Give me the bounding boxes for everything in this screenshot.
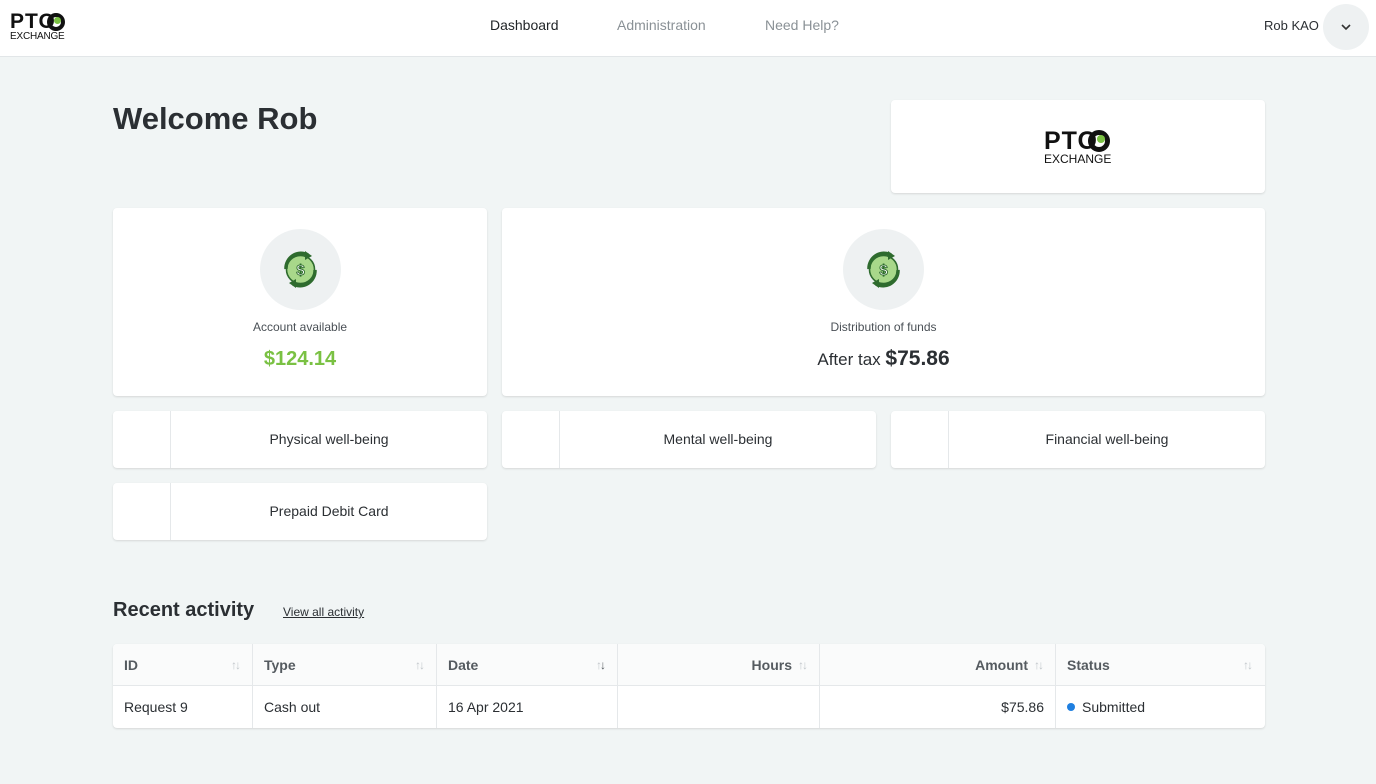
logo-text-exchange: EXCHANGE [10, 31, 65, 42]
sort-icon: ↑↓ [231, 658, 241, 672]
recent-activity-table: ID ↑↓ Type ↑↓ Date ↑↓ Hours ↑↓ Amount ↑↓… [113, 644, 1265, 728]
nav-dashboard[interactable]: Dashboard [490, 0, 559, 57]
sort-icon: ↑↓ [1243, 658, 1253, 672]
tile-label: Mental well-being [663, 431, 773, 447]
distribution-of-funds-card: $ Distribution of funds After tax $75.86 [502, 208, 1265, 396]
nav-administration[interactable]: Administration [617, 0, 706, 57]
tile-physical-well-being[interactable]: Physical well-being [113, 411, 487, 468]
column-header-id[interactable]: ID ↑↓ [113, 644, 253, 686]
status-text: Submitted [1082, 699, 1146, 715]
account-available-amount: $124.14 [263, 348, 337, 370]
recent-activity-title: Recent activity [113, 599, 255, 621]
tile-mental-well-being[interactable]: Mental well-being [502, 411, 876, 468]
column-header-hours[interactable]: Hours ↑↓ [618, 644, 820, 686]
money-exchange-icon: $ [843, 229, 924, 310]
status-dot-icon [1067, 703, 1075, 711]
view-all-activity-link[interactable]: View all activity [283, 605, 364, 619]
tile-financial-well-being[interactable]: Financial well-being [891, 411, 1265, 468]
cell-id: Request 9 [113, 686, 253, 728]
logo-ring-icon [47, 13, 65, 31]
after-tax-label: After tax [817, 350, 881, 369]
pto-exchange-logo[interactable]: PTO EXCHANGE [10, 11, 70, 43]
column-header-status[interactable]: Status ↑↓ [1056, 644, 1265, 686]
page-title: Welcome Rob [113, 101, 318, 136]
money-exchange-icon: $ [260, 229, 341, 310]
distribution-of-funds-label: Distribution of funds [830, 320, 937, 334]
column-header-label: Status [1067, 657, 1110, 673]
company-logo-card: PTO EXCHANGE [891, 100, 1265, 193]
chevron-down-icon [1341, 24, 1351, 31]
column-header-type[interactable]: Type ↑↓ [253, 644, 437, 686]
after-tax-line: After tax $75.86 [502, 347, 1265, 372]
user-menu-button[interactable] [1323, 4, 1369, 50]
tile-prepaid-debit-card[interactable]: Prepaid Debit Card [113, 483, 487, 540]
sort-icon: ↑↓ [798, 658, 808, 672]
account-available-card: $ Account available $124.14 [113, 208, 487, 396]
tile-label: Financial well-being [1045, 431, 1169, 447]
sort-icon: ↑↓ [1034, 658, 1044, 672]
column-header-amount[interactable]: Amount ↑↓ [820, 644, 1056, 686]
table-row[interactable]: Request 9 Cash out 16 Apr 2021 $75.86 Su… [113, 686, 1265, 728]
table-header: ID ↑↓ Type ↑↓ Date ↑↓ Hours ↑↓ Amount ↑↓… [113, 644, 1265, 686]
user-name[interactable]: Rob KAO [1264, 18, 1319, 33]
company-logo-ring-icon [1088, 130, 1110, 152]
column-header-label: Date [448, 657, 479, 673]
company-logo-text-exchange: EXCHANGE [1044, 152, 1112, 166]
top-navigation-bar: PTO EXCHANGE Dashboard Administration Ne… [0, 0, 1376, 57]
tile-label: Physical well-being [269, 431, 389, 447]
column-header-date[interactable]: Date ↑↓ [437, 644, 618, 686]
company-logo: PTO EXCHANGE [1044, 129, 1114, 166]
svg-text:$: $ [879, 262, 888, 279]
column-header-label: Type [264, 657, 296, 673]
column-header-label: ID [124, 657, 138, 673]
cell-type: Cash out [253, 686, 437, 728]
cell-status: Submitted [1056, 686, 1265, 728]
cell-amount: $75.86 [820, 686, 1056, 728]
column-header-label: Amount [975, 657, 1028, 673]
after-tax-amount: $75.86 [885, 347, 950, 370]
sort-icon: ↑↓ [596, 658, 606, 672]
svg-text:$: $ [296, 262, 305, 279]
sort-icon: ↑↓ [415, 658, 425, 672]
column-header-label: Hours [751, 657, 792, 673]
account-available-label: Account available [252, 320, 348, 334]
cell-hours [618, 686, 820, 728]
nav-need-help[interactable]: Need Help? [765, 0, 839, 57]
cell-date: 16 Apr 2021 [437, 686, 618, 728]
tile-label: Prepaid Debit Card [269, 503, 389, 519]
